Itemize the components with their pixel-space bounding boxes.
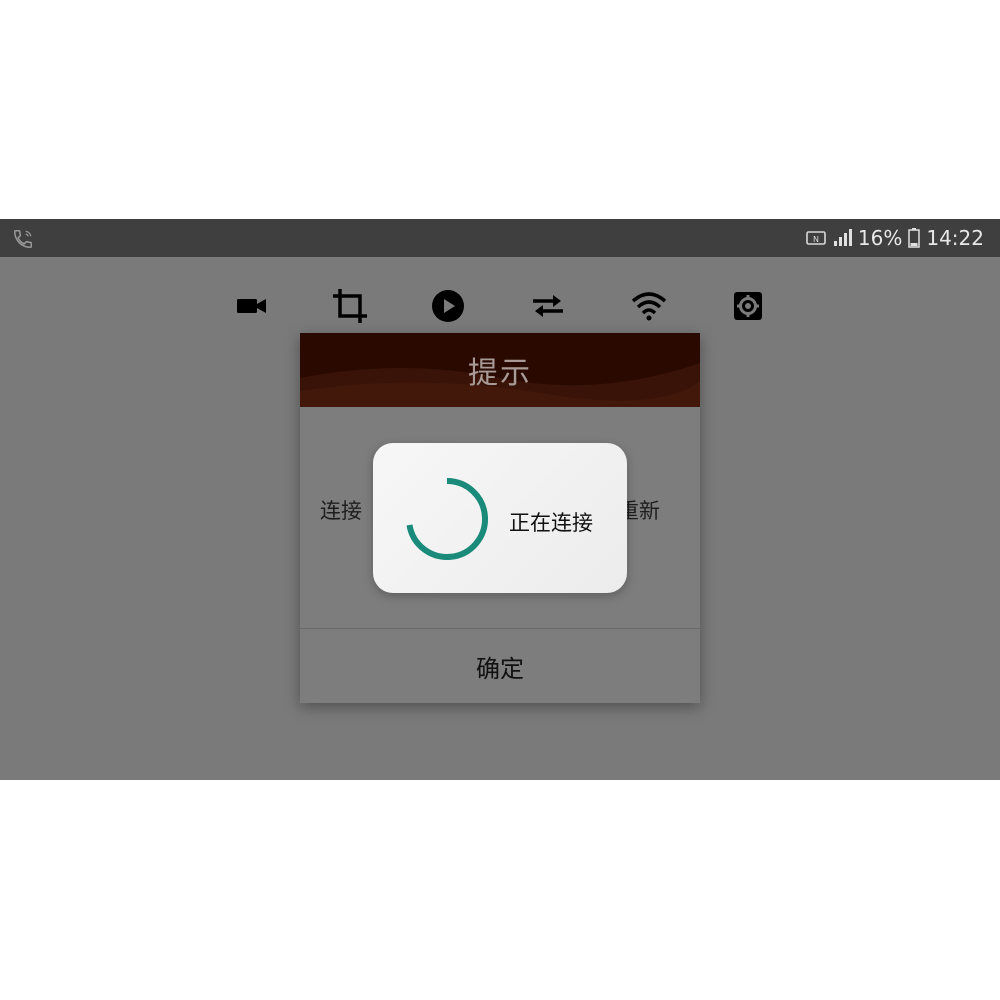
wifi-icon[interactable] — [626, 283, 672, 329]
clock: 14:22 — [926, 226, 984, 250]
video-camera-icon[interactable] — [229, 283, 275, 329]
status-bar: N 16% 14:22 — [0, 219, 1000, 257]
alert-header: 提示 — [300, 333, 700, 407]
svg-text:N: N — [813, 235, 819, 244]
phone-screen: N 16% 14:22 提示 连接 重新 确定 正在连接 — [0, 219, 1000, 780]
toolbar — [0, 283, 1000, 329]
alert-message: 连接 — [320, 499, 362, 523]
crop-icon[interactable] — [327, 283, 373, 329]
battery-percent: 16% — [857, 226, 903, 250]
ok-button[interactable]: 确定 — [300, 629, 700, 703]
phone-call-icon — [12, 228, 34, 250]
progress-dialog: 正在连接 — [373, 443, 627, 593]
alert-title: 提示 — [468, 356, 532, 391]
swap-icon[interactable] — [525, 283, 571, 329]
settings-icon[interactable] — [725, 283, 771, 329]
battery-icon — [908, 228, 921, 248]
loading-spinner-icon — [406, 478, 488, 560]
nfc-icon: N — [806, 230, 826, 246]
progress-text: 正在连接 — [509, 511, 593, 535]
signal-icon — [832, 229, 852, 247]
play-icon[interactable] — [425, 283, 471, 329]
